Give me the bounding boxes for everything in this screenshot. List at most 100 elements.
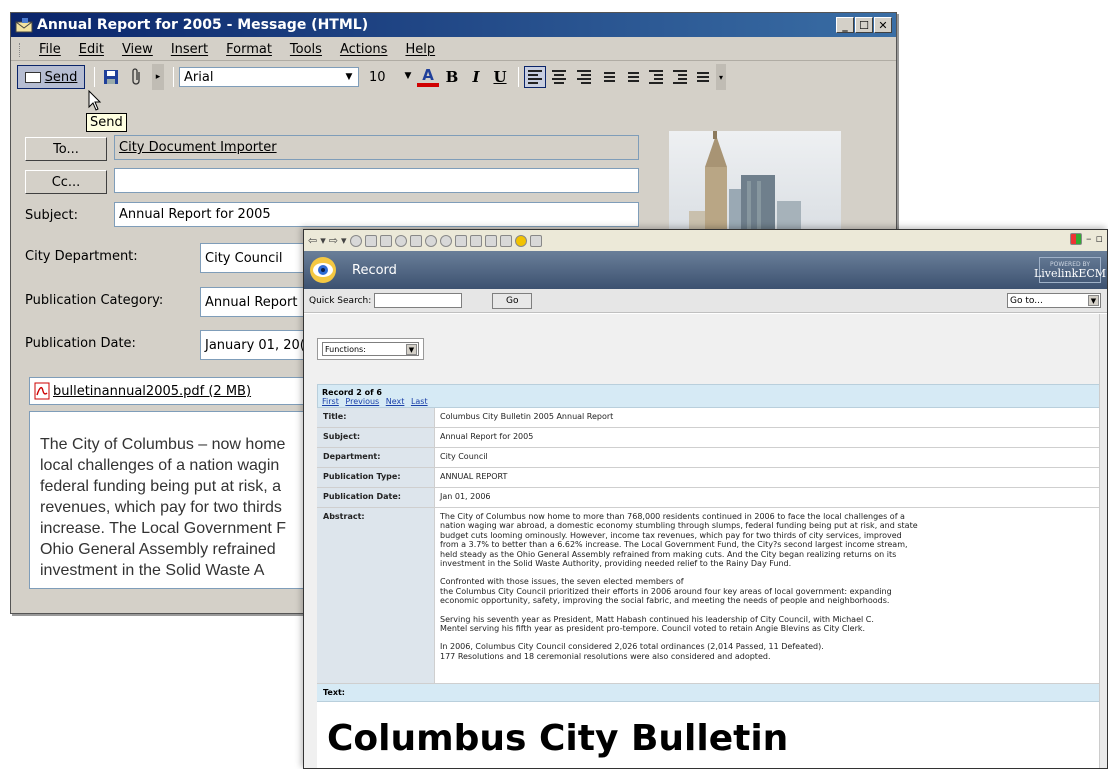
body-line: Ohio General Assembly refrained <box>40 541 276 558</box>
attachment-name[interactable]: bulletinannual2005.pdf (2 MB) <box>53 384 251 399</box>
to-field[interactable]: City Document Importer <box>114 135 639 160</box>
window-titlebar[interactable]: Annual Report for 2005 - Message (HTML) … <box>11 13 896 37</box>
cc-field[interactable] <box>114 168 639 193</box>
send-tooltip: Send <box>86 113 127 132</box>
menu-actions[interactable]: Actions <box>340 42 388 57</box>
record-row: Title: Columbus City Bulletin 2005 Annua… <box>317 408 1101 428</box>
to-button[interactable]: To... <box>25 137 107 161</box>
maximize-button[interactable]: ☐ <box>855 17 873 33</box>
attach-file-button[interactable] <box>126 65 148 89</box>
discuss-icon[interactable] <box>499 234 512 247</box>
save-button[interactable] <box>100 65 122 89</box>
menu-grip <box>19 42 22 57</box>
stop-icon[interactable] <box>349 234 362 247</box>
chevron-down-icon: ▼ <box>345 72 353 82</box>
back-icon[interactable]: ⇦ <box>308 234 317 247</box>
font-color-button[interactable]: A <box>417 66 439 87</box>
edit-icon[interactable] <box>484 234 497 247</box>
minimize-button[interactable]: _ <box>836 17 854 33</box>
bold-button[interactable]: B <box>441 66 463 88</box>
font-name-select[interactable]: Arial ▼ <box>179 67 359 87</box>
menu-tools[interactable]: Tools <box>290 42 322 57</box>
attachment-field[interactable]: bulletinannual2005.pdf (2 MB) <box>29 377 319 405</box>
decrease-indent-icon[interactable] <box>644 66 666 88</box>
abstract-label: Abstract: <box>317 508 435 683</box>
go-button[interactable]: Go <box>492 292 533 309</box>
send-button[interactable]: Send <box>17 65 85 89</box>
mail-icon[interactable] <box>454 234 467 247</box>
align-center-icon[interactable] <box>548 66 570 88</box>
body-line: revenues, which pay for two thirds <box>40 499 282 516</box>
menu-insert[interactable]: Insert <box>171 42 208 57</box>
field-label-department: City Department: <box>25 249 138 264</box>
row-label: Publication Type: <box>317 468 435 487</box>
restore-icon[interactable]: ▫ <box>1096 232 1103 245</box>
paperclip-icon <box>132 68 140 85</box>
home-icon[interactable] <box>379 234 392 247</box>
menu-help[interactable]: Help <box>405 42 435 57</box>
browser-toolbar: ⇦ ▾ ⇨ ▾ – ▫ <box>304 230 1107 251</box>
row-value: Jan 01, 2006 <box>435 488 1101 507</box>
abstract-paragraph: The City of Columbus now home to more th… <box>440 512 918 569</box>
search-icon[interactable] <box>394 234 407 247</box>
goto-select[interactable]: Go to... ▼ <box>1007 293 1101 308</box>
row-value: Annual Report for 2005 <box>435 428 1101 447</box>
toolbar-overflow-button[interactable]: ▸ <box>152 64 164 90</box>
numbered-list-icon[interactable] <box>620 66 642 88</box>
record-navigation: Record 2 of 6 First Previous Next Last <box>317 384 1101 408</box>
message-body[interactable]: The City of Columbus – now home local ch… <box>29 411 319 589</box>
increase-indent-icon[interactable] <box>668 66 690 88</box>
history-icon[interactable] <box>439 234 452 247</box>
align-left-icon[interactable] <box>524 66 546 88</box>
subject-field[interactable]: Annual Report for 2005 <box>114 202 639 227</box>
align-right-icon[interactable] <box>572 66 594 88</box>
functions-label: Functions: <box>325 344 366 354</box>
city-skyline-image <box>669 131 841 243</box>
toolbar-overflow-button[interactable]: ▾ <box>716 64 726 90</box>
vertical-scrollbar[interactable] <box>1099 314 1107 768</box>
send-button-label: Send <box>44 69 78 85</box>
window-title: Annual Report for 2005 - Message (HTML) <box>37 17 369 33</box>
abstract-paragraph: In 2006, Columbus City Council considere… <box>440 642 824 661</box>
forward-icon[interactable]: ⇨ <box>329 234 338 247</box>
menu-format[interactable]: Format <box>226 42 272 57</box>
record-content: Functions: ▼ Record 2 of 6 First Previou… <box>304 314 1101 768</box>
minimize-icon[interactable]: – <box>1086 232 1092 245</box>
quick-search-input[interactable] <box>374 293 463 308</box>
font-size-select[interactable]: 10 ▼ <box>365 67 417 87</box>
nav-first-link[interactable]: First <box>322 397 339 406</box>
toolbar-separator <box>518 67 519 87</box>
favorites-icon[interactable] <box>409 234 422 247</box>
menu-file[interactable]: File <box>39 42 61 57</box>
refresh-icon[interactable] <box>364 234 377 247</box>
record-row: Publication Type: ANNUAL REPORT <box>317 468 1101 488</box>
livelink-ecm-logo: POWERED BY LivelinkECM <box>1034 257 1106 283</box>
print-icon[interactable] <box>469 234 482 247</box>
chevron-down-icon[interactable]: ▾ <box>341 234 347 247</box>
cc-button[interactable]: Cc... <box>25 170 107 194</box>
functions-select[interactable]: Functions: ▼ <box>322 342 419 356</box>
messenger-icon[interactable] <box>514 234 527 247</box>
italic-button[interactable]: I <box>465 66 487 88</box>
nav-previous-link[interactable]: Previous <box>345 397 379 406</box>
document-text-preview: Columbus City Bulletin <box>317 702 1101 768</box>
mouse-cursor-icon <box>88 90 102 111</box>
formatting-toolbar: Send ▸ Arial ▼ 10 ▼ A B I U ▾ <box>11 63 896 91</box>
row-value: ANNUAL REPORT <box>435 468 1101 487</box>
chevron-down-icon[interactable]: ▾ <box>320 234 326 247</box>
department-field[interactable]: City Council <box>200 243 310 273</box>
close-button[interactable]: ✕ <box>874 17 892 33</box>
nav-last-link[interactable]: Last <box>411 397 428 406</box>
menu-edit[interactable]: Edit <box>79 42 104 57</box>
category-field[interactable]: Annual Report <box>200 287 310 317</box>
research-icon[interactable] <box>529 234 542 247</box>
date-field[interactable]: January 01, 20( <box>200 330 310 360</box>
functions-menu[interactable]: Functions: ▼ <box>317 338 424 360</box>
underline-button[interactable]: U <box>489 66 511 88</box>
style-icon[interactable] <box>692 66 714 88</box>
nav-next-link[interactable]: Next <box>386 397 405 406</box>
menu-view[interactable]: View <box>122 42 153 57</box>
bullet-list-icon[interactable] <box>596 66 618 88</box>
media-icon[interactable] <box>424 234 437 247</box>
skyline-graphic <box>689 131 801 243</box>
